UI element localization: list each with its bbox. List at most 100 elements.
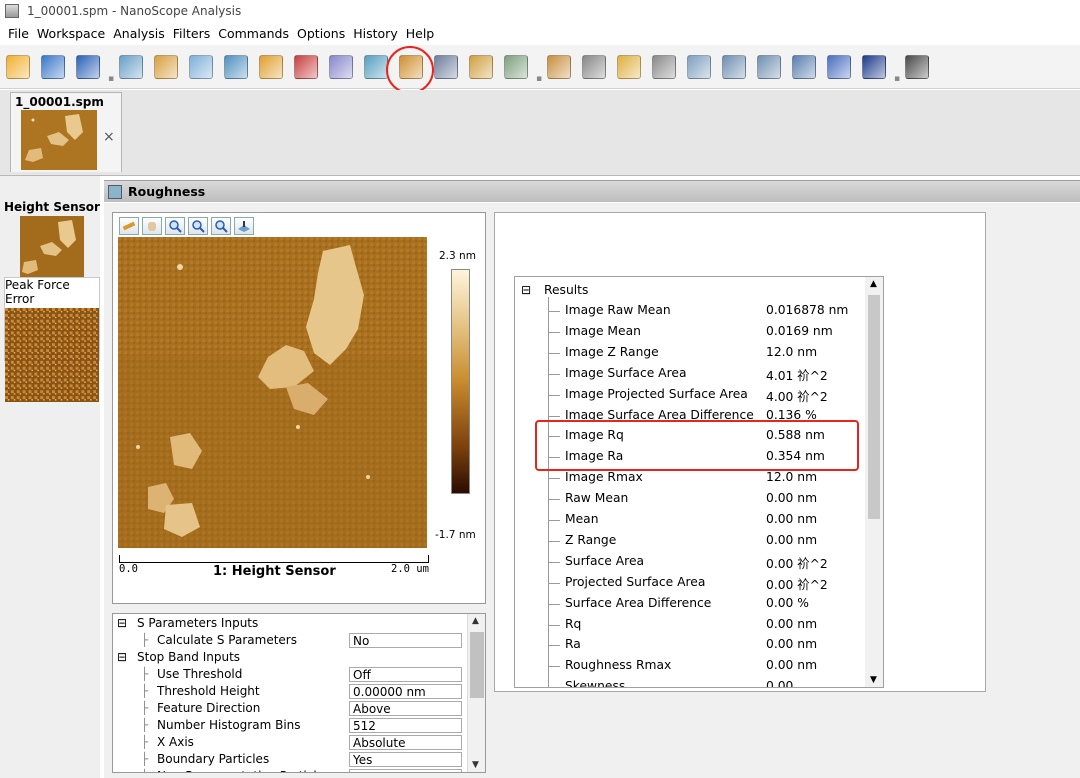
section-icon[interactable] xyxy=(220,50,252,84)
particle-icon[interactable] xyxy=(255,50,287,84)
scroll-up-icon[interactable]: ▲ xyxy=(870,279,877,289)
erase-icon[interactable] xyxy=(613,50,645,84)
parameter-row: ├ Threshold Height 0.00000 nm xyxy=(113,684,465,701)
scroll-up-icon[interactable]: ▲ xyxy=(472,616,479,626)
color-scale-max: 2.3 nm xyxy=(439,250,476,262)
plane-fit-icon[interactable] xyxy=(234,217,254,235)
bearing-icon[interactable] xyxy=(465,50,497,84)
parameter-row: ├ Non-Representative Particles No xyxy=(113,769,465,772)
tree-branch xyxy=(548,331,560,333)
results-scrollbar[interactable]: ▲ ▼ xyxy=(865,277,883,687)
highlight-circle xyxy=(386,46,434,94)
tip-qual-icon-glyph xyxy=(504,54,528,79)
color-scale-bar xyxy=(451,269,470,494)
results-title: Results xyxy=(544,283,589,297)
parameter-value-field[interactable]: Yes xyxy=(349,752,462,767)
result-label: Image Raw Mean xyxy=(565,303,671,317)
filter-icon[interactable] xyxy=(648,50,680,84)
plane-fit-icon-glyph xyxy=(154,54,178,79)
menu-options[interactable]: Options xyxy=(293,26,349,41)
highpass-icon[interactable] xyxy=(718,50,750,84)
menu-file[interactable]: File xyxy=(4,26,33,41)
window-title: 1_00001.spm - NanoScope Analysis xyxy=(27,4,242,18)
menu-commands[interactable]: Commands xyxy=(214,26,293,41)
tree-line-icon: ├ xyxy=(141,769,148,772)
tree-branch xyxy=(548,540,560,542)
parameters-panel: ▲ ▼ ⊟ S Parameters Inputs ├ Calculate S Par… xyxy=(112,613,486,773)
tree-branch xyxy=(548,561,560,563)
lowpass-icon[interactable] xyxy=(683,50,715,84)
file-tab-strip: 1_00001.spm × ▾ xyxy=(0,90,1080,266)
zoom-icon[interactable] xyxy=(823,50,855,84)
scroll-thumb[interactable] xyxy=(868,295,880,519)
crop-icon[interactable] xyxy=(578,50,610,84)
flatten-icon[interactable] xyxy=(115,50,147,84)
menu-filters[interactable]: Filters xyxy=(169,26,214,41)
3d-view-icon[interactable] xyxy=(185,50,217,84)
collapse-icon[interactable]: ⊟ xyxy=(521,283,531,297)
color-table-icon[interactable] xyxy=(325,50,357,84)
export-icon[interactable] xyxy=(901,50,933,84)
zoom-icon[interactable] xyxy=(165,217,185,235)
collapse-icon[interactable]: ⊟ xyxy=(117,616,127,630)
parameter-value-field[interactable]: No xyxy=(349,769,462,772)
results-panel: ▲ ▼ ⊟ Results Image Raw Mean 0.016878 nm Ima… xyxy=(514,276,884,688)
zoom-out-icon[interactable] xyxy=(211,217,231,235)
scroll-down-icon[interactable]: ▼ xyxy=(472,760,479,770)
menu-history[interactable]: History xyxy=(349,26,401,41)
channel-peak-force-error[interactable]: Peak Force Error xyxy=(4,277,100,402)
open-folder-icon[interactable] xyxy=(2,50,34,84)
scroll-down-icon[interactable]: ▼ xyxy=(870,675,877,685)
tree-branch xyxy=(548,352,560,354)
parameter-label: Non-Representative Particles xyxy=(157,769,330,772)
help-icon[interactable] xyxy=(72,50,104,84)
menu-analysis[interactable]: Analysis xyxy=(109,26,169,41)
result-value: 12.0 nm xyxy=(766,470,818,485)
toolbar-separator: ▪ xyxy=(893,73,901,84)
depth-icon[interactable] xyxy=(430,50,462,84)
channel-thumbnail xyxy=(20,216,84,280)
tree-line-icon: ├ xyxy=(141,752,149,766)
result-value: 0.00 % xyxy=(766,595,809,610)
ruler-tool-icon[interactable] xyxy=(119,217,139,235)
parameter-label: X Axis xyxy=(157,735,194,749)
tree-line-icon: ├ xyxy=(141,735,149,749)
parameter-row: ├ X Axis Absolute xyxy=(113,735,465,752)
file-tab[interactable]: 1_00001.spm × xyxy=(10,92,122,172)
highpass-icon-glyph xyxy=(722,54,746,79)
tip-qual-icon[interactable] xyxy=(500,50,532,84)
fft-icon[interactable] xyxy=(788,50,820,84)
parameter-value-field[interactable]: 512 xyxy=(349,718,462,733)
scroll-thumb[interactable] xyxy=(470,632,484,698)
particle-icon-glyph xyxy=(259,54,283,79)
parameter-value-field[interactable]: Absolute xyxy=(349,735,462,750)
pan-hand-icon[interactable] xyxy=(142,217,162,235)
parameter-value-field[interactable]: Off xyxy=(349,667,462,682)
parameter-value-field[interactable]: No xyxy=(349,633,462,648)
result-label: Image Projected Surface Area xyxy=(565,386,748,401)
measure-icon[interactable] xyxy=(543,50,575,84)
file-tab-close-icon[interactable]: × xyxy=(103,129,115,145)
image-panel: 2.3 nm -1.7 nm 0.0 1: Height Sensor 2.0 … xyxy=(112,212,486,604)
parameter-value-field[interactable]: 0.00000 nm xyxy=(349,684,462,699)
power-spectrum-icon[interactable] xyxy=(858,50,890,84)
result-row: Image Mean 0.0169 nm xyxy=(515,322,867,342)
result-value: 0.00 xyxy=(766,679,794,688)
menu-help[interactable]: Help xyxy=(402,26,439,41)
channel-label: Peak Force Error xyxy=(5,278,70,306)
parameter-row: ├ Number Histogram Bins 512 xyxy=(113,718,465,735)
channel-height-sensor[interactable]: Height Sensor xyxy=(4,200,100,283)
parameter-value-field[interactable]: Above xyxy=(349,701,462,716)
menu-workspace[interactable]: Workspace xyxy=(33,26,109,41)
result-row: Surface Area 0.00 祄^2 xyxy=(515,552,867,572)
parameters-scrollbar[interactable]: ▲ ▼ xyxy=(467,614,485,772)
spectrum-icon-glyph xyxy=(294,54,318,79)
zoom-in-icon[interactable] xyxy=(188,217,208,235)
median-icon[interactable] xyxy=(753,50,785,84)
result-value: 0.00 祄^2 xyxy=(766,577,828,592)
save-icon[interactable] xyxy=(37,50,69,84)
parameter-row: ├ Use Threshold Off xyxy=(113,667,465,684)
plane-fit-icon[interactable] xyxy=(150,50,182,84)
spectrum-icon[interactable] xyxy=(290,50,322,84)
collapse-icon[interactable]: ⊟ xyxy=(117,650,127,664)
